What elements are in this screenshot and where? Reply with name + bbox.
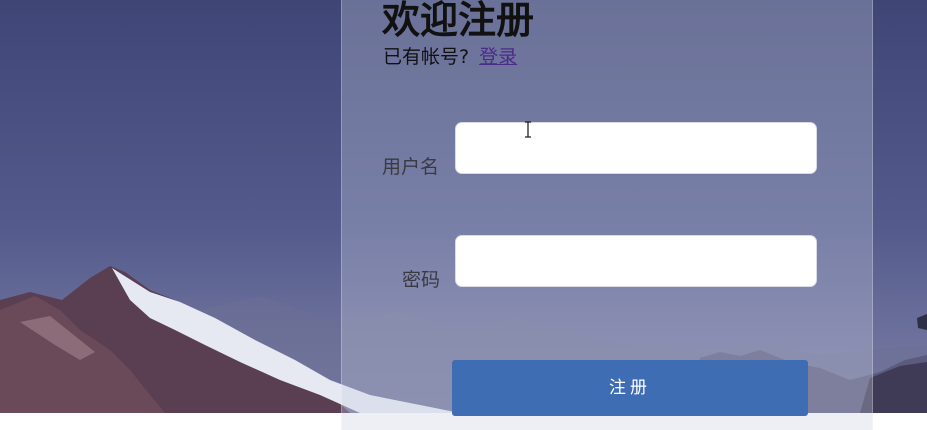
login-link[interactable]: 登录 <box>479 46 517 68</box>
register-button[interactable]: 注册 <box>452 360 808 416</box>
login-prompt: 已有帐号? 登录 <box>383 44 517 70</box>
text-cursor-icon <box>524 121 532 138</box>
username-input[interactable] <box>455 122 817 174</box>
login-prompt-text: 已有帐号? <box>383 46 470 68</box>
password-label: 密码 <box>402 269 441 291</box>
password-input[interactable] <box>455 235 817 287</box>
page-title: 欢迎注册 <box>382 0 535 42</box>
username-label: 用户名 <box>382 156 440 178</box>
